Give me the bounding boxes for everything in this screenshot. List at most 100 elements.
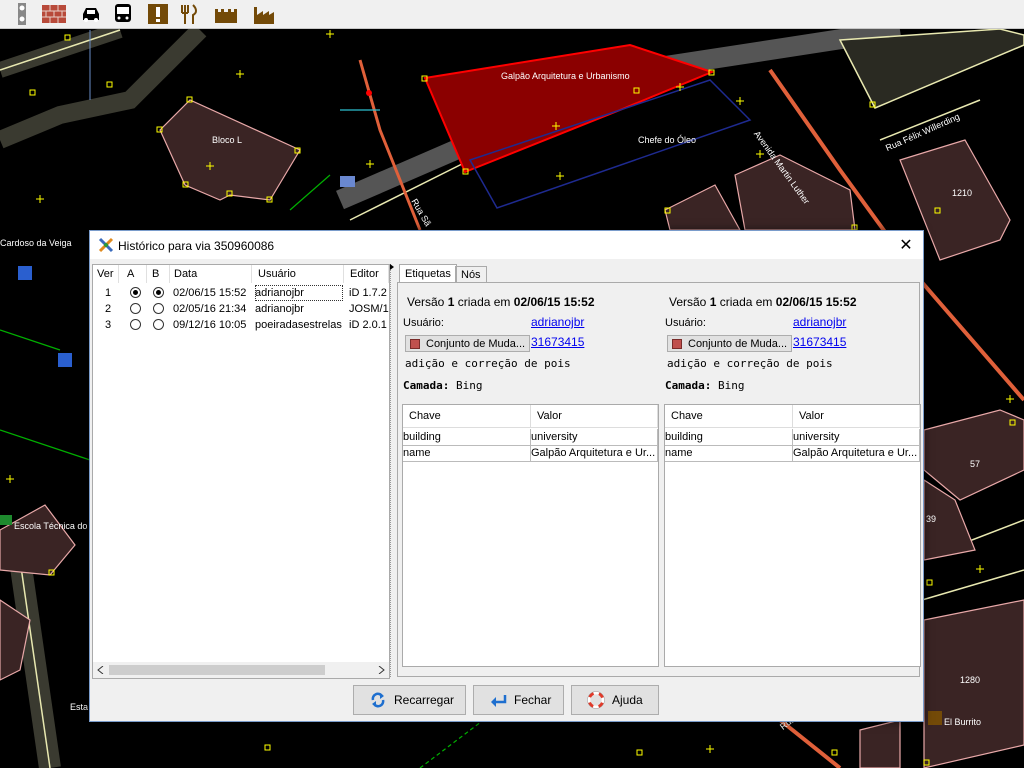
row-date: 02/05/16 21:34 xyxy=(173,303,247,315)
map-label-39: 39 xyxy=(926,514,937,524)
radio-b[interactable] xyxy=(153,287,164,298)
row-editor: iD 1.7.2 xyxy=(349,287,387,299)
map-label-1210: 1210 xyxy=(952,188,973,198)
tag-value: Galpão Arquitetura e Ur... xyxy=(531,445,658,461)
col-b[interactable]: B xyxy=(148,265,170,283)
factory-icon[interactable] xyxy=(252,2,276,26)
refresh-icon xyxy=(368,690,388,710)
user-label: Usuário: xyxy=(403,317,444,329)
radio-b[interactable] xyxy=(153,319,164,330)
col-valor[interactable]: Valor xyxy=(793,405,920,427)
map-label-escola: Escola Técnica do xyxy=(14,521,88,531)
col-data[interactable]: Data xyxy=(170,265,252,283)
tab-etiquetas-panel: Versão 1 criada em 02/06/15 15:52 Usuári… xyxy=(397,282,922,677)
row-user: poeiradasestrelas xyxy=(255,319,342,331)
tab-nos[interactable]: Nós xyxy=(455,266,487,282)
changeset-icon xyxy=(672,339,682,349)
history-table: Ver A B Data Usuário Editor 1 02/06/15 15… xyxy=(92,264,390,679)
map-label-galpao: Galpão Arquitetura e Urbanismo xyxy=(501,71,630,81)
row-date: 02/06/15 15:52 xyxy=(173,287,247,299)
car-icon[interactable] xyxy=(79,2,103,26)
tag-row[interactable]: building university xyxy=(665,429,920,446)
tag-value: Galpão Arquitetura e Ur... xyxy=(793,445,920,461)
changeset-link[interactable]: 31673415 xyxy=(793,335,846,349)
tag-table-header: Chave Valor xyxy=(403,405,658,428)
user-link[interactable]: adrianojbr xyxy=(531,315,584,329)
map-label-1280: 1280 xyxy=(960,675,981,685)
row-editor: JOSM/1. xyxy=(349,303,389,315)
row-user: adrianojbr xyxy=(255,303,304,315)
tag-table: Chave Valor building university name Gal… xyxy=(402,404,659,667)
close-button[interactable]: Fechar xyxy=(473,685,564,715)
tag-table: Chave Valor building university name Gal… xyxy=(664,404,921,667)
row-version: 3 xyxy=(105,319,112,331)
changeset-button[interactable]: Conjunto de Muda... xyxy=(405,335,530,352)
user-link[interactable]: adrianojbr xyxy=(793,315,846,329)
col-editor[interactable]: Editor xyxy=(346,265,389,283)
source-line: Camada: Bing xyxy=(403,379,483,392)
exclamation-icon[interactable] xyxy=(146,2,170,26)
restaurant-icon[interactable] xyxy=(176,2,200,26)
row-version: 1 xyxy=(105,287,112,299)
history-row[interactable]: 2 02/05/16 21:34 adrianojbr JOSM/1. xyxy=(93,301,389,317)
tag-key: building xyxy=(403,429,531,445)
dialog-titlebar[interactable]: Histórico para via 350960086 ✕ xyxy=(90,231,923,259)
version-left: Versão 1 criada em 02/06/15 15:52 Usuári… xyxy=(402,283,660,673)
top-toolbar xyxy=(0,0,1024,29)
radio-a[interactable] xyxy=(130,303,141,314)
tag-row[interactable]: building university xyxy=(403,429,658,446)
row-editor: iD 2.0.1 xyxy=(349,319,387,331)
map-label-bloco-l: Bloco L xyxy=(212,135,243,145)
map-label-esta: Esta xyxy=(70,702,89,712)
changeset-comment: adição e correção de pois xyxy=(405,357,571,370)
changeset-comment: adição e correção de pois xyxy=(667,357,833,370)
history-row[interactable]: 3 09/12/16 10:05 poeiradasestrelas iD 2.0.1 xyxy=(93,317,389,333)
version-right: Versão 1 criada em 02/06/15 15:52 Usuári… xyxy=(664,283,922,673)
scrollbar-thumb[interactable] xyxy=(109,665,325,675)
lifebuoy-icon xyxy=(586,690,606,710)
col-chave[interactable]: Chave xyxy=(665,405,793,427)
radio-a[interactable] xyxy=(130,287,141,298)
tag-key: name xyxy=(665,445,793,461)
version-compare-area: Etiquetas Nós Versão 1 criada em 02/06/1… xyxy=(397,264,922,677)
history-dialog: Histórico para via 350960086 ✕ Ver A B D… xyxy=(89,230,924,722)
source-line: Camada: Bing xyxy=(665,379,745,392)
reload-button[interactable]: Recarregar xyxy=(353,685,466,715)
help-button[interactable]: Ajuda xyxy=(571,685,659,715)
tag-value: university xyxy=(793,429,920,445)
back-arrow-icon xyxy=(488,690,508,710)
tag-row[interactable]: name Galpão Arquitetura e Ur... xyxy=(403,445,658,462)
dialog-title: Histórico para via 350960086 xyxy=(118,239,275,253)
history-row[interactable]: 1 02/06/15 15:52 adrianojbr iD 1.7.2 xyxy=(93,285,389,301)
changeset-button[interactable]: Conjunto de Muda... xyxy=(667,335,792,352)
row-user: adrianojbr xyxy=(255,285,343,301)
col-ver[interactable]: Ver xyxy=(93,265,119,283)
bus-icon[interactable] xyxy=(111,2,135,26)
traffic-signal-icon[interactable] xyxy=(10,2,34,26)
row-version: 2 xyxy=(105,303,112,315)
user-label: Usuário: xyxy=(665,317,706,329)
split-pane-divider[interactable] xyxy=(389,264,395,677)
tag-table-header: Chave Valor xyxy=(665,405,920,428)
version-title: Versão 1 criada em 02/06/15 15:52 xyxy=(407,295,595,309)
tag-key: name xyxy=(403,445,531,461)
version-title: Versão 1 criada em 02/06/15 15:52 xyxy=(669,295,857,309)
tag-value: university xyxy=(531,429,658,445)
brick-wall-icon[interactable] xyxy=(42,2,66,26)
tab-etiquetas[interactable]: Etiquetas xyxy=(399,264,457,283)
map-label-57: 57 xyxy=(970,459,981,469)
josm-app-icon xyxy=(98,237,114,256)
map-label-el-burrito: El Burrito xyxy=(944,717,982,727)
close-icon[interactable]: ✕ xyxy=(895,235,917,255)
tag-key: building xyxy=(665,429,793,445)
col-a[interactable]: A xyxy=(123,265,147,283)
radio-a[interactable] xyxy=(130,319,141,330)
tag-row[interactable]: name Galpão Arquitetura e Ur... xyxy=(665,445,920,462)
col-chave[interactable]: Chave xyxy=(403,405,531,427)
history-hscrollbar[interactable] xyxy=(93,662,389,678)
radio-b[interactable] xyxy=(153,303,164,314)
col-valor[interactable]: Valor xyxy=(531,405,658,427)
col-usuario[interactable]: Usuário xyxy=(254,265,344,283)
changeset-link[interactable]: 31673415 xyxy=(531,335,584,349)
castle-icon[interactable] xyxy=(214,2,238,26)
